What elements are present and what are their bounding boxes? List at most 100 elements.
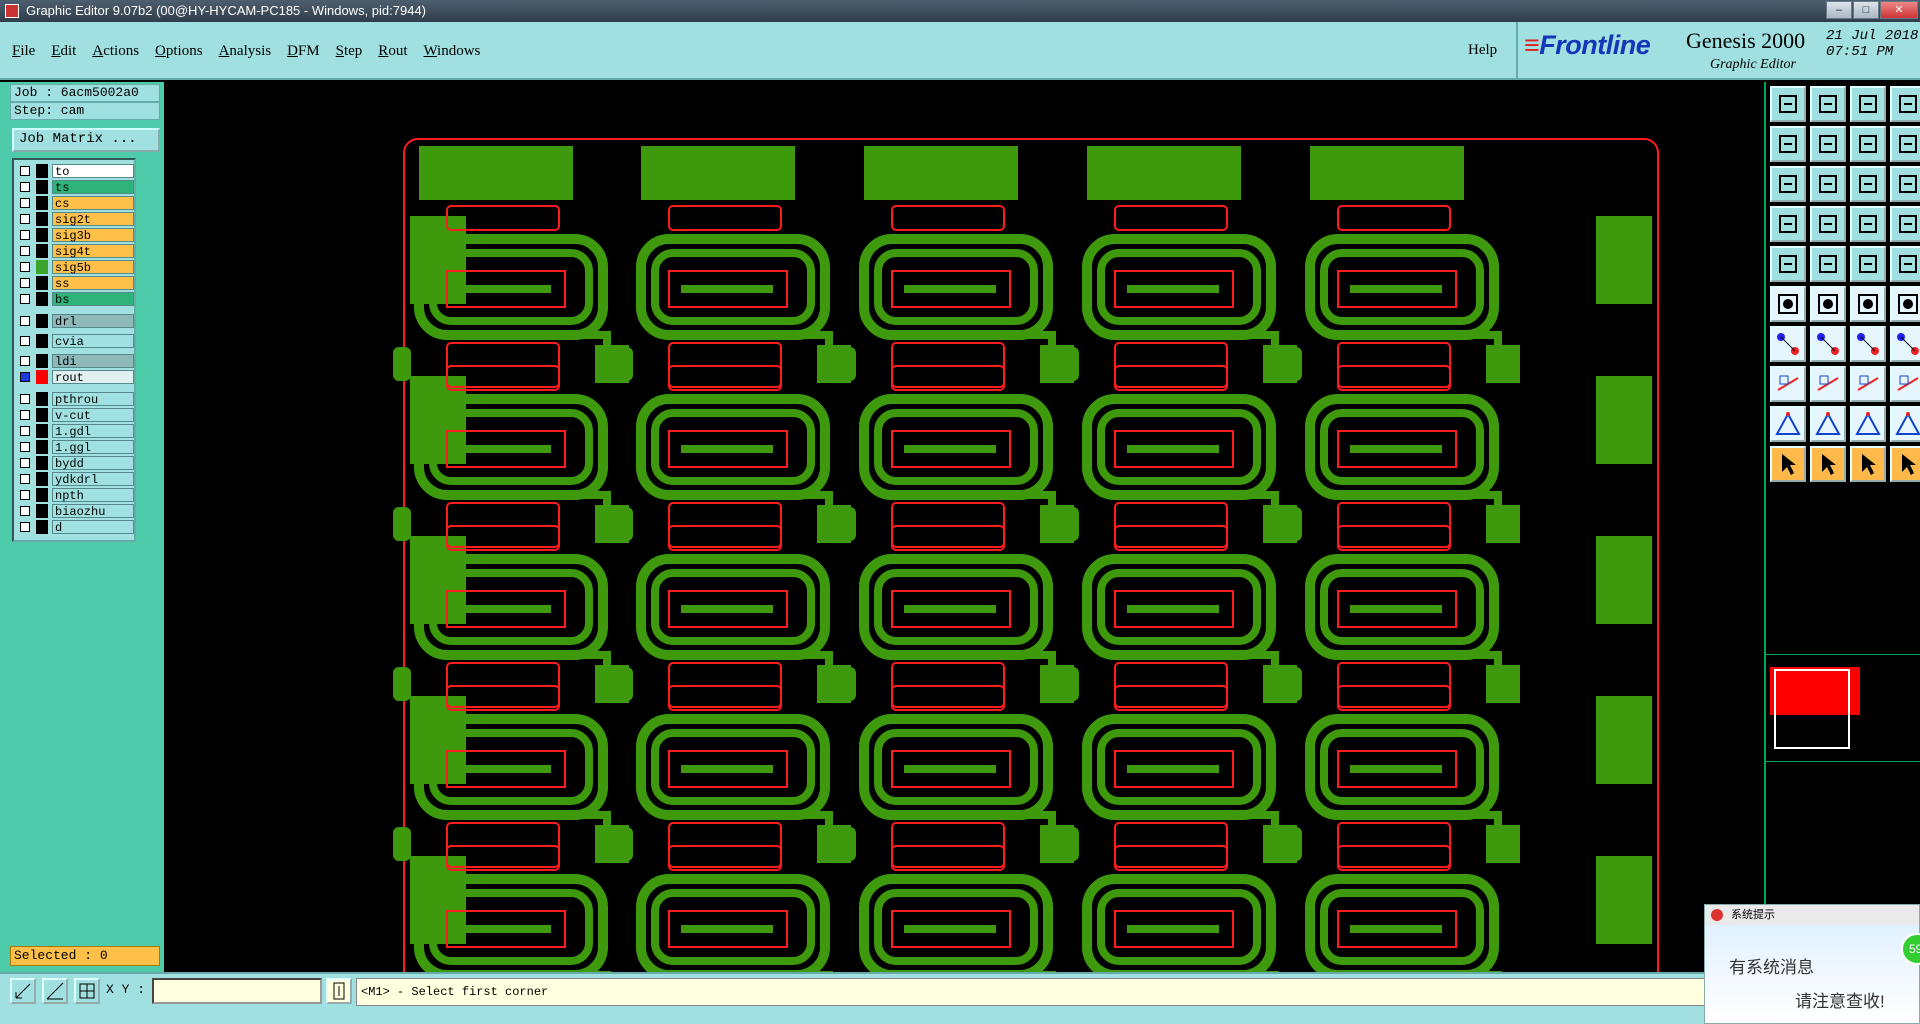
- measure-icon[interactable]: [42, 978, 68, 1004]
- layer-name[interactable]: drl: [52, 314, 134, 329]
- layer-name[interactable]: bydd: [52, 456, 134, 471]
- layer-row[interactable]: sig2t: [16, 212, 134, 227]
- ruler-icon[interactable]: [1850, 246, 1886, 282]
- layer-row[interactable]: ts: [16, 180, 134, 195]
- layer-row[interactable]: rout: [16, 370, 134, 385]
- zoom-area-icon[interactable]: [10, 978, 36, 1004]
- layer-name[interactable]: to: [52, 164, 134, 179]
- layer-checkbox[interactable]: [20, 278, 30, 288]
- connect-box-icon[interactable]: [1850, 366, 1886, 402]
- layer-checkbox[interactable]: [20, 294, 30, 304]
- select-icon[interactable]: [1770, 446, 1806, 482]
- arc-icon[interactable]: [1850, 326, 1886, 362]
- layer-name[interactable]: ts: [52, 180, 134, 195]
- layer-name[interactable]: sig3b: [52, 228, 134, 243]
- layer-name[interactable]: ydkdrl: [52, 472, 134, 487]
- menu-item[interactable]: Analysis: [219, 43, 272, 60]
- layer-row[interactable]: pthrou: [16, 392, 134, 407]
- graph-icon[interactable]: [1890, 126, 1920, 162]
- select-path-icon[interactable]: [1890, 446, 1920, 482]
- layer-checkbox[interactable]: [20, 198, 30, 208]
- fit-icon[interactable]: [1770, 166, 1806, 202]
- menu-item[interactable]: Step: [336, 43, 363, 60]
- layer-checkbox[interactable]: [20, 356, 30, 366]
- layer-checkbox[interactable]: [20, 166, 30, 176]
- line-move-icon[interactable]: [1890, 286, 1920, 322]
- menu-help[interactable]: Help: [1468, 42, 1497, 59]
- angle-icon[interactable]: [1770, 326, 1806, 362]
- layer-name[interactable]: 1.gdl: [52, 424, 134, 439]
- layer-checkbox[interactable]: [20, 372, 30, 382]
- layer-checkbox[interactable]: [20, 246, 30, 256]
- layer-name[interactable]: npth: [52, 488, 134, 503]
- layer-name[interactable]: d: [52, 520, 134, 535]
- text-icon[interactable]: [1890, 326, 1920, 362]
- layer-checkbox[interactable]: [20, 262, 30, 272]
- segment-icon[interactable]: [1810, 366, 1846, 402]
- xy-input[interactable]: [152, 978, 322, 1004]
- layer-name[interactable]: cs: [52, 196, 134, 211]
- layer-checkbox[interactable]: [20, 336, 30, 346]
- layer-checkbox[interactable]: [20, 214, 30, 224]
- layer-checkbox[interactable]: [20, 316, 30, 326]
- layer-checkbox[interactable]: [20, 490, 30, 500]
- layer-checkbox[interactable]: [20, 474, 30, 484]
- menu-item[interactable]: Options: [155, 43, 203, 60]
- cross-icon[interactable]: [1810, 286, 1846, 322]
- layer-name[interactable]: ldi: [52, 354, 134, 369]
- layer-checkbox[interactable]: [20, 230, 30, 240]
- layer-row[interactable]: sig5b: [16, 260, 134, 275]
- menu-item[interactable]: Edit: [51, 43, 76, 60]
- layer-checkbox[interactable]: [20, 458, 30, 468]
- box-add-icon[interactable]: [1770, 366, 1806, 402]
- grid-snap-icon[interactable]: [74, 978, 100, 1004]
- move-left-icon[interactable]: [1770, 126, 1806, 162]
- layer-row[interactable]: v-cut: [16, 408, 134, 423]
- layer-row[interactable]: to: [16, 164, 134, 179]
- layer-checkbox[interactable]: [20, 394, 30, 404]
- tri-d-icon[interactable]: [1890, 406, 1920, 442]
- layer-row[interactable]: sig4t: [16, 244, 134, 259]
- layer-row[interactable]: sig3b: [16, 228, 134, 243]
- scale-icon[interactable]: [1850, 166, 1886, 202]
- job-matrix-button[interactable]: Job Matrix ...: [12, 128, 160, 152]
- menu-item[interactable]: File: [12, 43, 35, 60]
- menu-item[interactable]: DFM: [287, 43, 320, 60]
- layer-name[interactable]: bs: [52, 292, 134, 307]
- layer-checkbox[interactable]: [20, 506, 30, 516]
- layer-checkbox[interactable]: [20, 410, 30, 420]
- window-icon[interactable]: [1890, 86, 1920, 122]
- select-touch-icon[interactable]: [1850, 446, 1886, 482]
- camera-icon[interactable]: [1770, 246, 1806, 282]
- layer-name[interactable]: pthrou: [52, 392, 134, 407]
- snap-icon[interactable]: [1850, 126, 1886, 162]
- home-icon[interactable]: [1850, 86, 1886, 122]
- menu-item[interactable]: Actions: [92, 43, 139, 60]
- tri-a-icon[interactable]: [1770, 406, 1806, 442]
- maximize-button[interactable]: □: [1853, 1, 1879, 19]
- layer-row[interactable]: cvia: [16, 334, 134, 349]
- layer-checkbox[interactable]: [20, 182, 30, 192]
- layer-name[interactable]: v-cut: [52, 408, 134, 423]
- select-box-icon[interactable]: [1810, 446, 1846, 482]
- info-icon[interactable]: [326, 978, 352, 1004]
- system-notification[interactable]: 系统提示 有系统消息 请注意查收! 59: [1704, 904, 1920, 1024]
- diagonal-icon[interactable]: [1810, 326, 1846, 362]
- layer-name[interactable]: cvia: [52, 334, 134, 349]
- menu-item[interactable]: Windows: [423, 43, 480, 60]
- layer-name[interactable]: rout: [52, 370, 134, 385]
- save-job-icon[interactable]: [1810, 86, 1846, 122]
- nodes-icon[interactable]: [1770, 286, 1806, 322]
- pcb-board-view[interactable]: [164, 82, 1764, 1024]
- layer-name[interactable]: sig5b: [52, 260, 134, 275]
- move-right-icon[interactable]: [1810, 126, 1846, 162]
- layer-name[interactable]: sig4t: [52, 244, 134, 259]
- shape-icon[interactable]: [1810, 246, 1846, 282]
- pad-icon[interactable]: [1890, 246, 1920, 282]
- layer-checkbox[interactable]: [20, 442, 30, 452]
- layer-row[interactable]: biaozhu: [16, 504, 134, 519]
- layer-row[interactable]: 1.gdl: [16, 424, 134, 439]
- layer-row[interactable]: ss: [16, 276, 134, 291]
- drill-icon[interactable]: [1890, 206, 1920, 242]
- graphic-canvas[interactable]: [164, 82, 1764, 1024]
